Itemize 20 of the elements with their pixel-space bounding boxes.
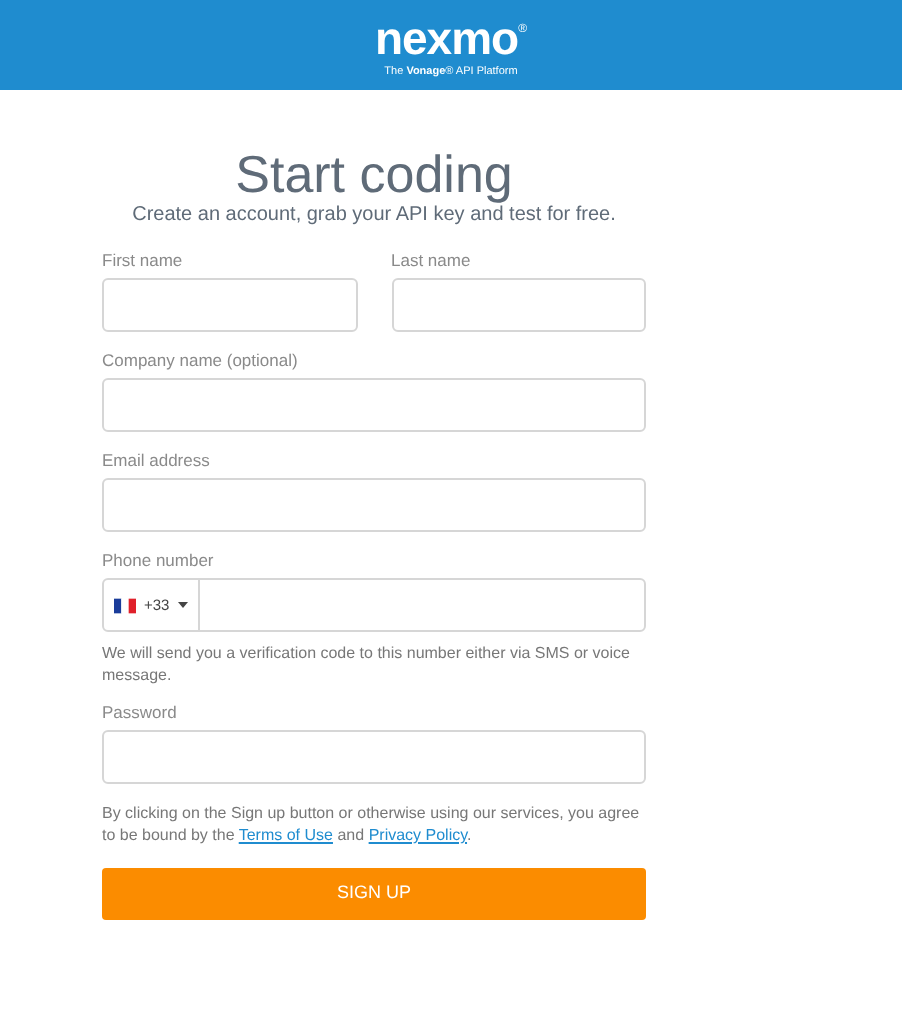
field-label: Company name (optional) [102, 350, 300, 372]
input-field[interactable] [391, 278, 646, 332]
field-label: Phone number [102, 550, 216, 572]
help-text: We will send you a verification code to this number either via SMS or voice message. [102, 642, 632, 686]
flag-icon [114, 597, 136, 613]
page-title: Start coding [233, 146, 515, 202]
input-field[interactable] [102, 478, 646, 532]
input-field[interactable] [102, 730, 646, 784]
field-label: Password [102, 702, 179, 724]
consent-text: By clicking on the Sign up button or otherwise using our services, you agree to be bound by the Terms of Use and Privacy Policy. [102, 802, 642, 846]
privacy-link[interactable]: Privacy Policy [368, 826, 468, 844]
caret-icon [177, 602, 188, 608]
subtitle: Create an account, grab your API key and test for free. [130, 203, 618, 228]
field-label: Email address [102, 450, 212, 472]
field-label: First name [102, 250, 185, 272]
input-field[interactable] [102, 378, 646, 432]
sign-up-button[interactable]: SIGN UP [102, 868, 646, 920]
field-label: Last name [391, 250, 473, 272]
input-field[interactable] [102, 278, 357, 332]
terms-link[interactable]: Terms of Use [238, 826, 333, 844]
